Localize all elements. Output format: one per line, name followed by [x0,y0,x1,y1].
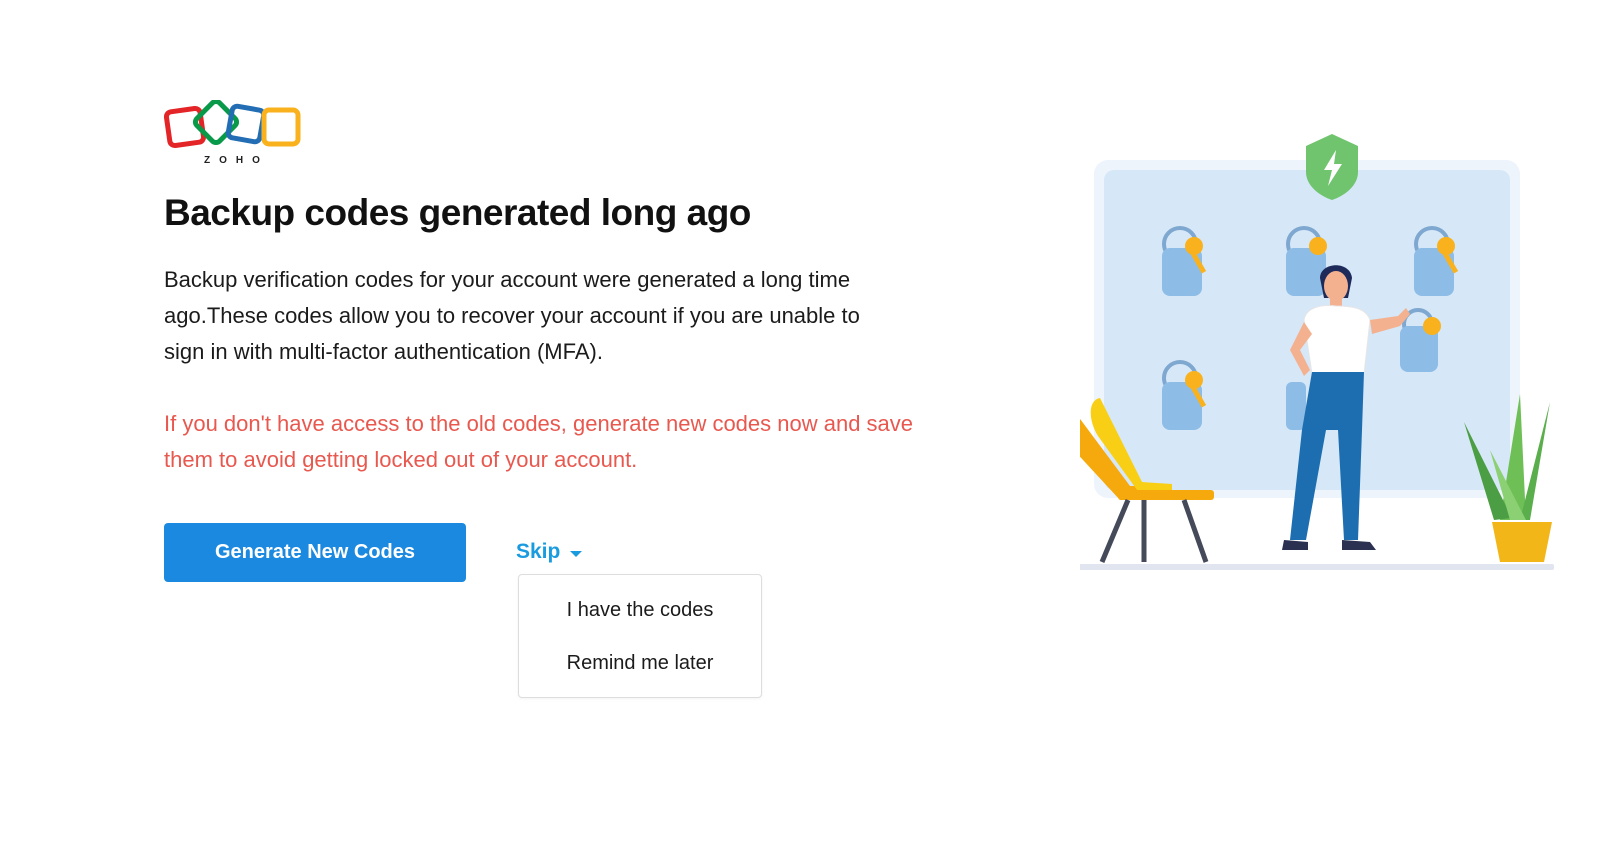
security-illustration [1044,130,1620,600]
key-tag-icon [1286,382,1306,430]
warning-text: If you don't have access to the old code… [164,411,914,472]
page-title: Backup codes generated long ago [164,192,751,233]
skip-label: Skip [516,540,561,563]
logo-wordmark: ZOHO [204,155,269,166]
menu-item-have-codes[interactable]: I have the codes [519,599,761,622]
menu-item-remind-later[interactable]: Remind me later [519,652,761,675]
skip-menu: I have the codes Remind me later [518,574,762,698]
page: ZOHO Backup codes generated long ago Bac… [0,0,1622,846]
description-text: Backup verification codes for your accou… [164,267,860,364]
floor-line [1044,564,1554,570]
generate-new-codes-button[interactable]: Generate New Codes [164,523,466,582]
chevron-down-icon [570,550,583,557]
skip-dropdown-toggle[interactable]: Skip [516,540,583,564]
zoho-logo: ZOHO [164,100,309,170]
